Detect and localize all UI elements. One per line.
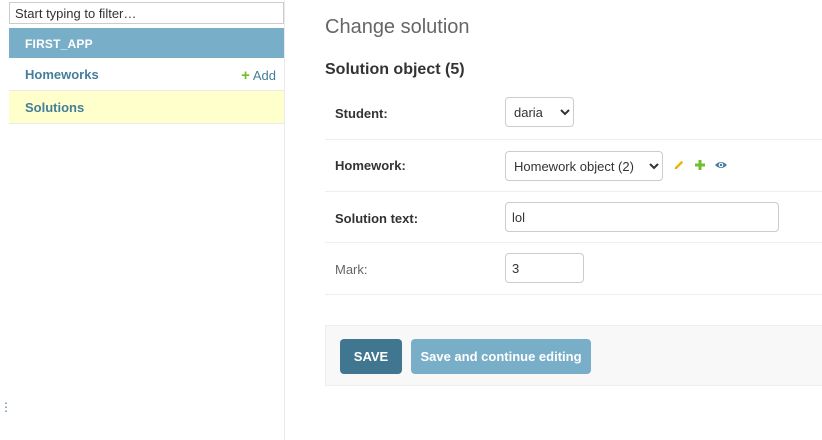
- form-row-homework: Homework: Homework object (2): [325, 140, 822, 192]
- save-and-continue-button[interactable]: Save and continue editing: [411, 339, 591, 374]
- solution-text-label: Solution text:: [335, 211, 419, 226]
- form-row-student: Student: daria: [325, 87, 822, 140]
- page-title: Change solution: [325, 16, 470, 38]
- app-header-first-app[interactable]: FIRST_APP: [9, 28, 284, 58]
- solution-text-input[interactable]: [505, 202, 779, 232]
- form-row-mark: Mark:: [325, 243, 822, 295]
- homework-related-actions: [672, 157, 728, 173]
- student-label: Student:: [335, 106, 388, 121]
- homework-label: Homework:: [335, 158, 406, 173]
- homeworks-add-link[interactable]: + Add: [241, 67, 276, 84]
- pencil-icon[interactable]: [672, 158, 686, 172]
- object-title: Solution object (5): [325, 61, 465, 78]
- homeworks-link[interactable]: Homeworks: [25, 67, 99, 82]
- plus-icon: +: [241, 67, 250, 84]
- submit-row: SAVE Save and continue editing: [325, 325, 822, 386]
- eye-icon[interactable]: [714, 158, 728, 172]
- sidebar-filter-input[interactable]: [9, 2, 284, 24]
- plus-icon[interactable]: [693, 158, 707, 172]
- sidebar: FIRST_APP Homeworks +Add Solutions ⋮: [0, 0, 285, 440]
- sidebar-item-homeworks: Homeworks + Add: [9, 58, 284, 91]
- sidebar-toggle-icon[interactable]: ⋮: [0, 400, 12, 414]
- student-select[interactable]: daria: [505, 97, 574, 127]
- form-row-solution-text: Solution text:: [325, 192, 822, 243]
- save-button[interactable]: SAVE: [340, 339, 402, 374]
- mark-input[interactable]: [505, 253, 584, 283]
- app-header-label[interactable]: FIRST_APP: [25, 37, 93, 51]
- mark-label: Mark:: [335, 262, 368, 277]
- sidebar-item-solutions: Solutions: [9, 91, 284, 124]
- solutions-link[interactable]: Solutions: [25, 100, 84, 115]
- add-link-label: Add: [252, 68, 276, 83]
- homework-select[interactable]: Homework object (2): [505, 151, 663, 181]
